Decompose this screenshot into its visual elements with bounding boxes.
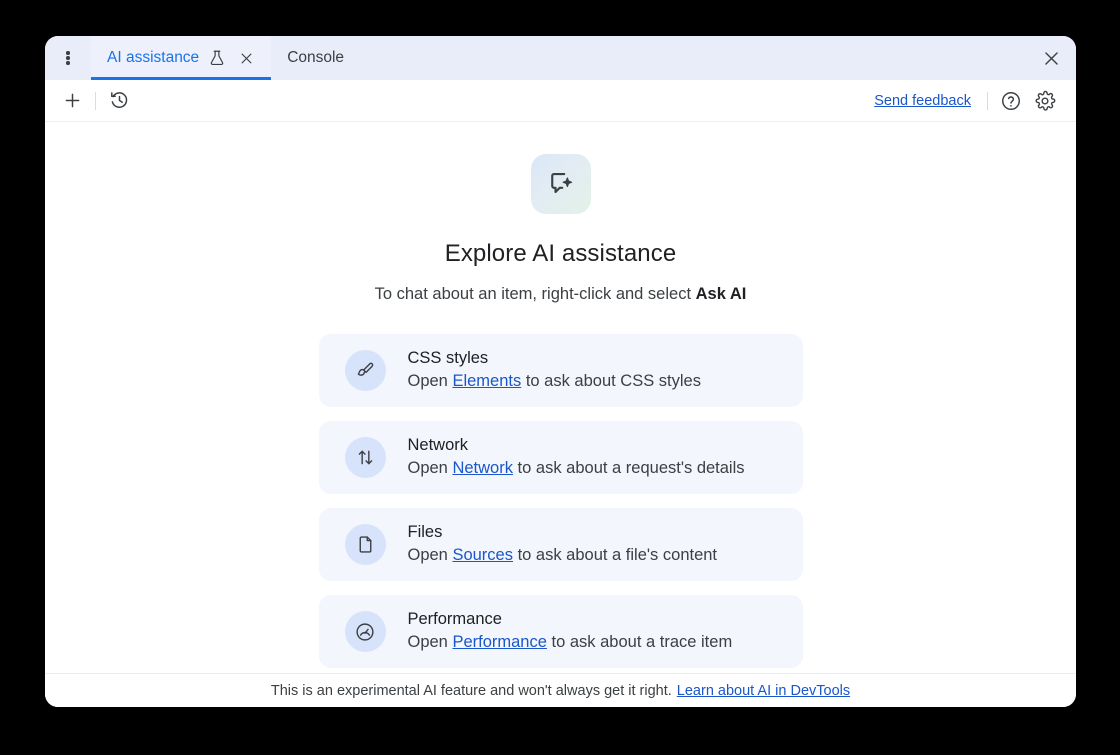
page-subtitle-prefix: To chat about an item, right-click and s…: [374, 285, 696, 303]
file-icon: [344, 524, 386, 565]
gauge-icon: [344, 611, 386, 652]
page-subtitle: To chat about an item, right-click and s…: [375, 285, 747, 304]
page-subtitle-bold: Ask AI: [695, 285, 747, 303]
card-desc-prefix: Open: [407, 546, 453, 565]
plus-icon: [62, 90, 83, 111]
toolbar: Send feedback: [45, 80, 1076, 122]
main-content: Explore AI assistance To chat about an i…: [45, 122, 1076, 673]
suggestion-card-list: CSS styles Open Elements to ask about CS…: [318, 334, 803, 668]
history-button[interactable]: [102, 86, 136, 116]
card-css-styles[interactable]: CSS styles Open Elements to ask about CS…: [318, 334, 803, 407]
card-text: Network Open Network to ask about a requ…: [408, 434, 745, 481]
toolbar-divider-right: [987, 91, 988, 110]
tab-ai-assistance[interactable]: AI assistance: [91, 36, 272, 80]
page-title: Explore AI assistance: [444, 240, 677, 267]
toolbar-divider: [95, 91, 96, 110]
send-feedback-link[interactable]: Send feedback: [874, 93, 971, 109]
card-description: Open Sources to ask about a file's conte…: [408, 544, 718, 568]
card-description: Open Network to ask about a request's de…: [408, 457, 745, 481]
card-link-sources[interactable]: Sources: [452, 546, 513, 564]
network-arrows-icon: [344, 437, 386, 478]
card-title: CSS styles: [407, 348, 489, 367]
tab-console[interactable]: Console: [271, 36, 360, 80]
tabbar-spacer: [360, 36, 1026, 80]
close-icon[interactable]: [1026, 36, 1076, 80]
card-title: Performance: [407, 609, 502, 628]
card-network[interactable]: Network Open Network to ask about a requ…: [318, 421, 803, 494]
help-icon: [1000, 90, 1022, 112]
history-icon: [109, 90, 130, 111]
card-title: Files: [407, 522, 443, 541]
devtools-window: AI assistance Console Send feedback Expl…: [45, 36, 1076, 707]
card-files[interactable]: Files Open Sources to ask about a file's…: [318, 508, 803, 581]
footer-disclaimer: This is an experimental AI feature and w…: [45, 673, 1076, 707]
card-desc-prefix: Open: [407, 459, 453, 478]
card-desc-suffix: to ask about a file's content: [512, 546, 718, 565]
footer-text: This is an experimental AI feature and w…: [270, 682, 672, 699]
card-link-performance[interactable]: Performance: [452, 633, 546, 651]
card-performance[interactable]: Performance Open Performance to ask abou…: [318, 595, 803, 668]
brush-icon: [344, 350, 386, 391]
card-link-network[interactable]: Network: [452, 459, 513, 477]
card-desc-suffix: to ask about a trace item: [546, 633, 733, 652]
card-title: Network: [407, 435, 469, 454]
card-text: CSS styles Open Elements to ask about CS…: [408, 347, 702, 394]
flask-icon: [208, 49, 226, 67]
card-description: Open Elements to ask about CSS styles: [408, 370, 702, 394]
tab-console-label: Console: [287, 49, 345, 66]
screen: AI assistance Console Send feedback Expl…: [0, 0, 1120, 755]
card-desc-prefix: Open: [407, 372, 453, 391]
tab-close-icon[interactable]: [237, 49, 255, 67]
tab-ai-assistance-label: AI assistance: [107, 49, 200, 66]
card-desc-suffix: to ask about CSS styles: [521, 372, 701, 391]
card-text: Performance Open Performance to ask abou…: [408, 608, 733, 655]
card-text: Files Open Sources to ask about a file's…: [408, 521, 718, 568]
gear-icon: [1034, 90, 1056, 112]
learn-about-ai-link[interactable]: Learn about AI in DevTools: [677, 683, 850, 699]
card-link-elements[interactable]: Elements: [452, 372, 521, 390]
help-button[interactable]: [994, 86, 1028, 116]
card-description: Open Performance to ask about a trace it…: [408, 631, 733, 655]
chat-sparkle-icon: [530, 154, 591, 214]
new-chat-button[interactable]: [55, 86, 89, 116]
card-desc-prefix: Open: [407, 633, 453, 652]
tab-bar: AI assistance Console: [45, 36, 1076, 80]
more-options-icon[interactable]: [45, 36, 91, 80]
settings-button[interactable]: [1028, 86, 1062, 116]
card-desc-suffix: to ask about a request's details: [512, 459, 745, 478]
